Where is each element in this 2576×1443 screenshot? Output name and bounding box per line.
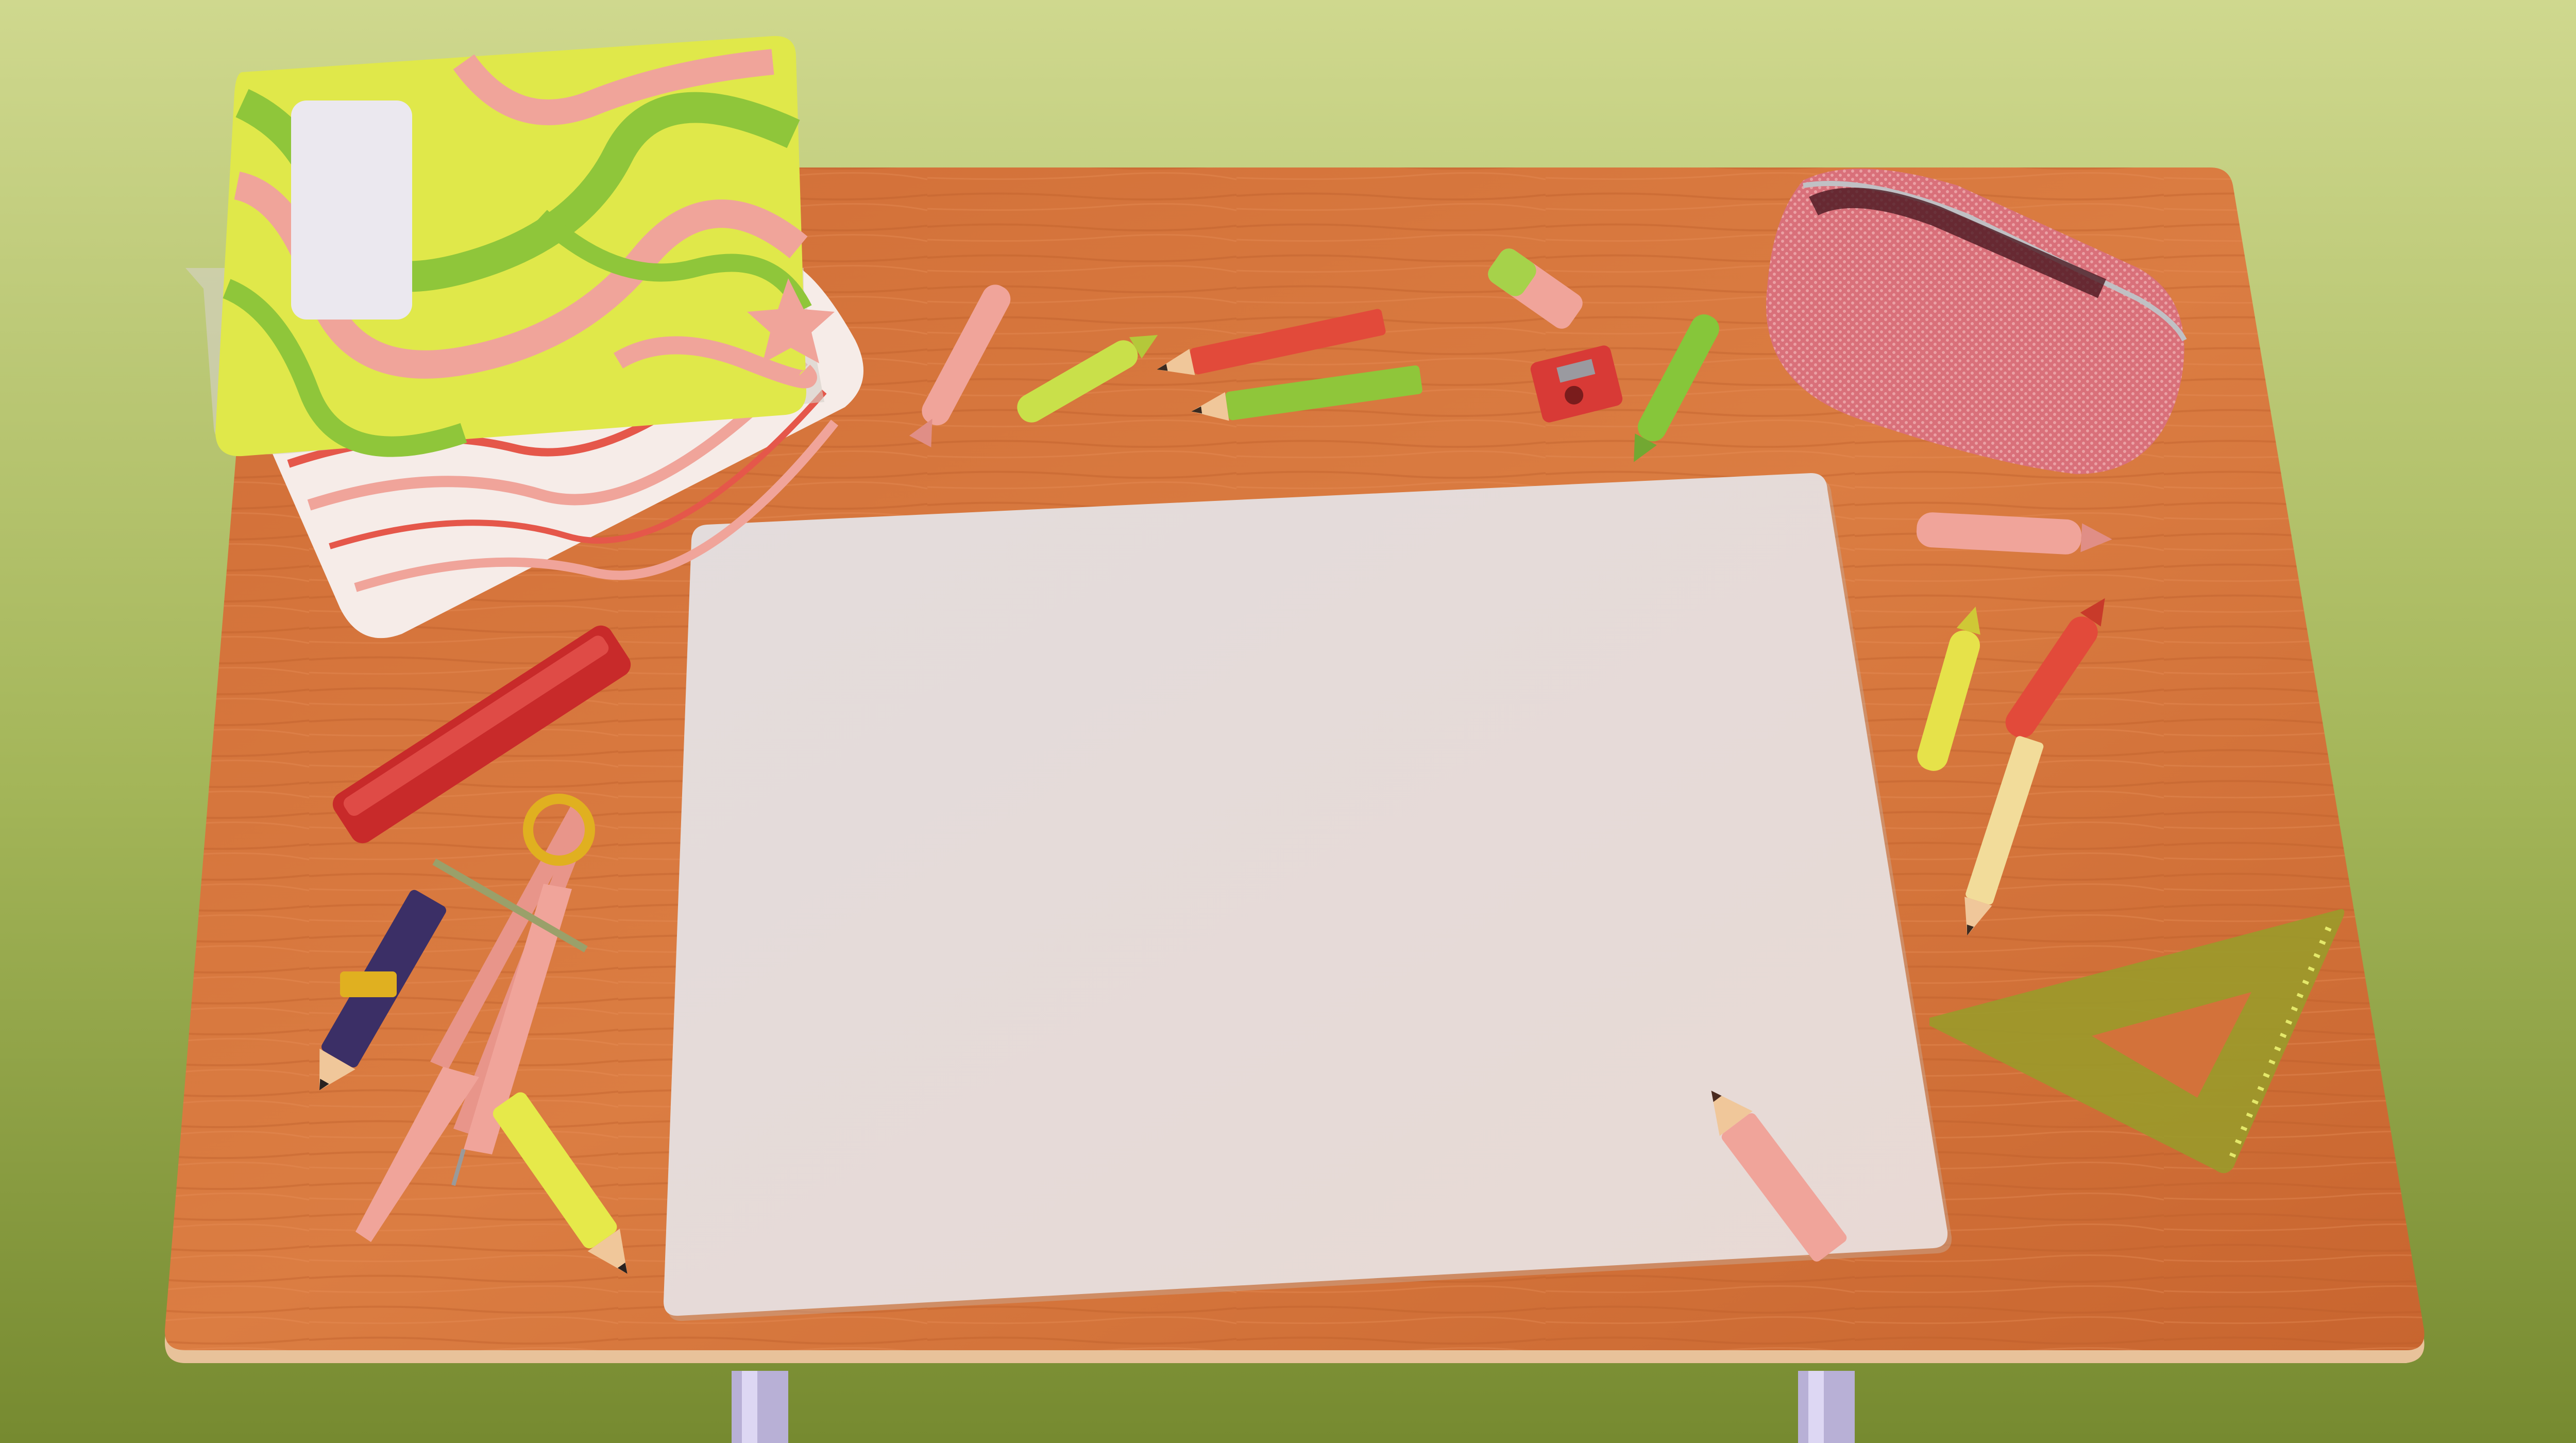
notebook-label	[291, 100, 412, 320]
paper-sheet[interactable]	[664, 473, 1952, 1321]
notebook-top[interactable]	[185, 36, 835, 457]
desk-scene	[0, 0, 2576, 1443]
